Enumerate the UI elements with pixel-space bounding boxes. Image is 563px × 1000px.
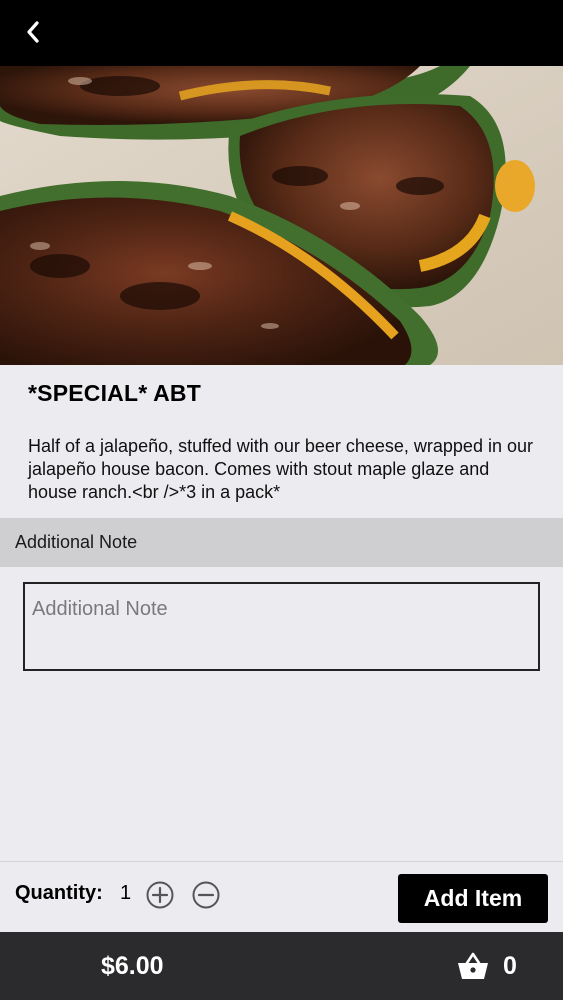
increment-button[interactable] [146,881,174,909]
note-section-label: Additional Note [15,532,138,552]
item-description: Half of a jalapeño, stuffed with our bee… [28,436,533,502]
cart-bar: $6.00 0 [0,932,563,1000]
item-image [0,66,563,365]
quantity-bar: Quantity: 1 Add Item [0,861,563,933]
chevron-left-icon [27,21,39,43]
cart-count: 0 [503,952,517,980]
additional-note-input[interactable] [23,582,540,671]
top-bar [0,0,563,66]
quantity-value: 1 [120,882,132,904]
quantity-label: Quantity: [15,882,103,904]
cart-button[interactable] [457,951,489,981]
back-button[interactable] [18,16,48,48]
basket-icon [458,952,488,979]
food-photo [0,66,563,365]
add-item-button[interactable]: Add Item [398,874,548,923]
plus-circle-icon [146,881,174,909]
note-section-header: Additional Note [0,518,563,567]
item-title: *SPECIAL* ABT [28,380,201,406]
decrement-button[interactable] [192,881,220,909]
minus-circle-icon [192,881,220,909]
cart-total: $6.00 [101,952,164,980]
